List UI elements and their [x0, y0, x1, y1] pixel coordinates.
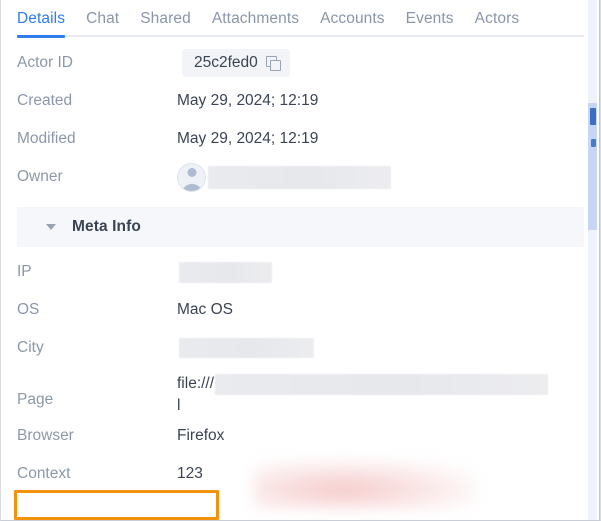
label-modified: Modified — [17, 130, 76, 148]
tab-chat[interactable]: Chat — [86, 0, 119, 27]
scrollbar-track[interactable] — [588, 0, 597, 520]
panel-right-border — [599, 0, 600, 520]
label-created: Created — [17, 92, 73, 110]
scrollbar-marker-secondary — [591, 139, 596, 147]
tab-details[interactable]: Details — [17, 0, 66, 38]
value-ip — [177, 261, 272, 283]
section-title-meta-info: Meta Info — [72, 218, 141, 235]
label-city: City — [17, 339, 44, 357]
scrollbar-marker-primary — [590, 108, 596, 125]
vertical-scrollbar[interactable] — [586, 0, 599, 520]
row-ip: IP — [1, 253, 600, 291]
value-page: file:/// l — [177, 373, 549, 417]
detail-rows: Actor ID 25c2fed0 Created May 29, 2024; … — [1, 37, 600, 493]
actor-id-text: 25c2fed0 — [194, 53, 258, 71]
label-owner: Owner — [17, 168, 63, 186]
value-os: Mac OS — [177, 301, 233, 319]
value-context: 123 — [177, 465, 203, 483]
copy-icon[interactable] — [265, 55, 281, 71]
value-city — [177, 338, 314, 358]
row-city: City — [1, 329, 600, 367]
value-created: May 29, 2024; 12:19 — [177, 92, 319, 110]
label-context: Context — [17, 465, 71, 483]
value-owner — [177, 162, 391, 192]
context-highlight-box — [14, 490, 219, 520]
caret-down-icon[interactable] — [46, 224, 56, 230]
avatar-person-icon — [177, 162, 206, 192]
row-context: Context 123 — [1, 455, 600, 493]
value-browser: Firefox — [177, 427, 225, 445]
row-modified: Modified May 29, 2024; 12:19 — [1, 120, 600, 158]
value-actor-id: 25c2fed0 — [177, 48, 290, 78]
label-ip: IP — [17, 263, 32, 281]
tab-shared[interactable]: Shared — [140, 0, 191, 27]
row-page: Page file:/// l — [1, 367, 600, 417]
actor-id-chip[interactable]: 25c2fed0 — [182, 48, 290, 78]
row-created: Created May 29, 2024; 12:19 — [1, 82, 600, 120]
tab-events[interactable]: Events — [406, 0, 454, 27]
tab-attachments[interactable]: Attachments — [212, 0, 299, 27]
value-modified: May 29, 2024; 12:19 — [177, 130, 319, 148]
owner-name-redacted — [208, 165, 391, 189]
row-actor-id: Actor ID 25c2fed0 — [1, 44, 600, 82]
details-panel: Details Chat Shared Attachments Accounts… — [0, 0, 601, 521]
city-redacted — [179, 338, 314, 358]
tab-bar-divider — [17, 35, 584, 37]
label-page: Page — [17, 391, 54, 408]
page-url-suffix: l — [177, 397, 181, 414]
ip-redacted — [179, 261, 272, 283]
tab-actors[interactable]: Actors — [475, 0, 520, 27]
tab-bar: Details Chat Shared Attachments Accounts… — [1, 0, 600, 38]
label-browser: Browser — [17, 427, 74, 445]
row-os: OS Mac OS — [1, 291, 600, 329]
row-owner: Owner — [1, 158, 600, 196]
page-url-prefix: file:/// — [177, 375, 215, 392]
row-browser: Browser Firefox — [1, 417, 600, 455]
label-actor-id: Actor ID — [17, 54, 73, 72]
section-header-meta-info[interactable]: Meta Info — [17, 207, 584, 247]
page-url-redacted — [215, 373, 549, 395]
tab-accounts[interactable]: Accounts — [320, 0, 385, 27]
label-os: OS — [17, 301, 40, 319]
